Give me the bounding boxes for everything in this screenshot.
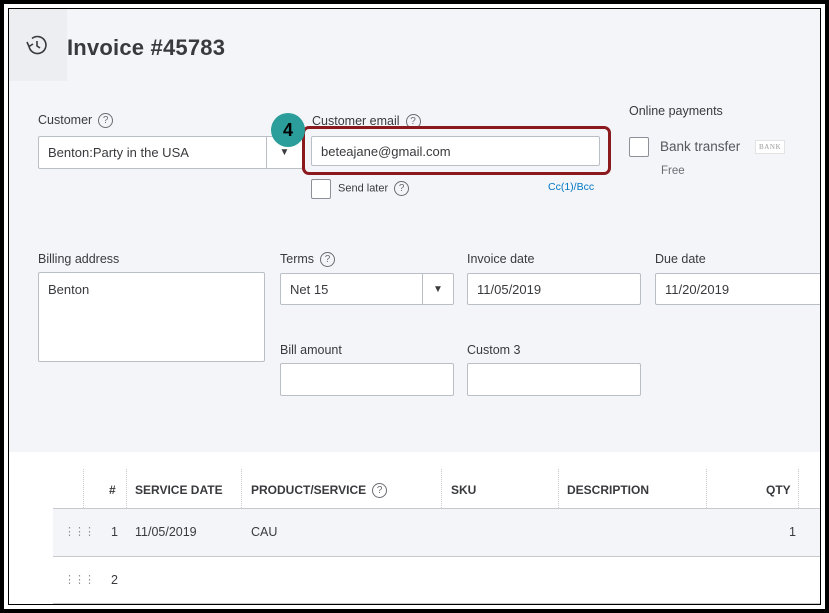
help-icon[interactable]: ?	[320, 252, 336, 268]
service-date-cell[interactable]: 11/05/2019	[135, 525, 197, 539]
terms-value: Net 15	[290, 281, 329, 297]
send-later-label: Send later?	[338, 181, 410, 196]
invoice-date-label: Invoice date	[467, 252, 535, 266]
billing-address-value: Benton	[48, 282, 90, 297]
col-header-product-text: PRODUCT/SERVICE	[251, 483, 367, 497]
col-header-description[interactable]: DESCRIPTION	[567, 483, 649, 497]
col-header-qty[interactable]: QTY	[766, 483, 791, 497]
customer-email-value: beteajane@gmail.com	[321, 143, 451, 159]
customer-label: Customer?	[38, 113, 114, 129]
bank-transfer-checkbox[interactable]	[629, 137, 649, 157]
product-cell[interactable]: CAU	[251, 525, 277, 539]
history-clock-icon	[26, 35, 47, 55]
drag-handle-icon[interactable]: ⋮⋮⋮	[64, 573, 95, 586]
online-payments-label: Online payments	[629, 104, 723, 118]
step-badge: 4	[271, 113, 305, 147]
line-items-table: # SERVICE DATE PRODUCT/SERVICE? SKU DESC…	[9, 452, 820, 604]
table-row[interactable]: ⋮⋮⋮ 1 11/05/2019 CAU 1	[53, 509, 820, 556]
invoice-date-value: 11/05/2019	[477, 281, 542, 297]
billing-address-label: Billing address	[38, 252, 120, 266]
col-header-num: #	[109, 483, 116, 497]
row-divider	[53, 603, 820, 604]
page-title: Invoice #45783	[67, 35, 226, 60]
invoice-form: Invoice #45783 Customer? Benton:Party in…	[8, 8, 821, 605]
row-number: 2	[111, 573, 118, 587]
due-date-label: Due date	[655, 252, 706, 266]
send-later-checkbox[interactable]	[311, 179, 331, 199]
col-header-service-date[interactable]: SERVICE DATE	[135, 483, 223, 497]
terms-label: Terms?	[280, 252, 336, 268]
bill-amount-input[interactable]	[280, 363, 454, 396]
history-button[interactable]	[9, 9, 67, 81]
terms-select[interactable]: Net 15 ▼	[280, 273, 454, 305]
bill-amount-label: Bill amount	[280, 343, 342, 357]
drag-handle-icon[interactable]: ⋮⋮⋮	[64, 525, 95, 538]
due-date-input[interactable]: 11/20/2019	[655, 273, 820, 305]
help-icon[interactable]: ?	[372, 483, 388, 499]
table-row[interactable]: ⋮⋮⋮ 2	[53, 557, 820, 603]
bank-transfer-label: Bank transfer	[660, 139, 741, 154]
help-icon[interactable]: ?	[394, 181, 410, 196]
help-icon[interactable]: ?	[98, 113, 114, 129]
screenshot-frame: Invoice #45783 Customer? Benton:Party in…	[0, 0, 829, 613]
bank-logo-icon: BANK	[755, 140, 786, 154]
invoice-date-input[interactable]: 11/05/2019	[467, 273, 641, 305]
col-header-product[interactable]: PRODUCT/SERVICE?	[251, 483, 388, 499]
due-date-value: 11/20/2019	[665, 281, 730, 297]
customer-email-input[interactable]: beteajane@gmail.com	[311, 136, 600, 166]
free-label: Free	[661, 165, 685, 177]
customer-value: Benton:Party in the USA	[48, 145, 189, 160]
customer-select[interactable]: Benton:Party in the USA ▼	[38, 136, 303, 169]
cc-bcc-link[interactable]: Cc(1)/Bcc	[548, 181, 594, 193]
col-header-sku[interactable]: SKU	[451, 483, 476, 497]
billing-address-textarea[interactable]: Benton	[38, 272, 265, 362]
custom3-label: Custom 3	[467, 343, 521, 357]
custom3-input[interactable]	[467, 363, 641, 396]
customer-label-text: Customer	[38, 113, 93, 127]
qty-cell[interactable]: 1	[789, 525, 796, 539]
terms-label-text: Terms	[280, 252, 315, 266]
send-later-text: Send later	[338, 182, 389, 195]
row-number: 1	[111, 525, 118, 539]
chevron-down-icon[interactable]: ▼	[422, 274, 453, 304]
